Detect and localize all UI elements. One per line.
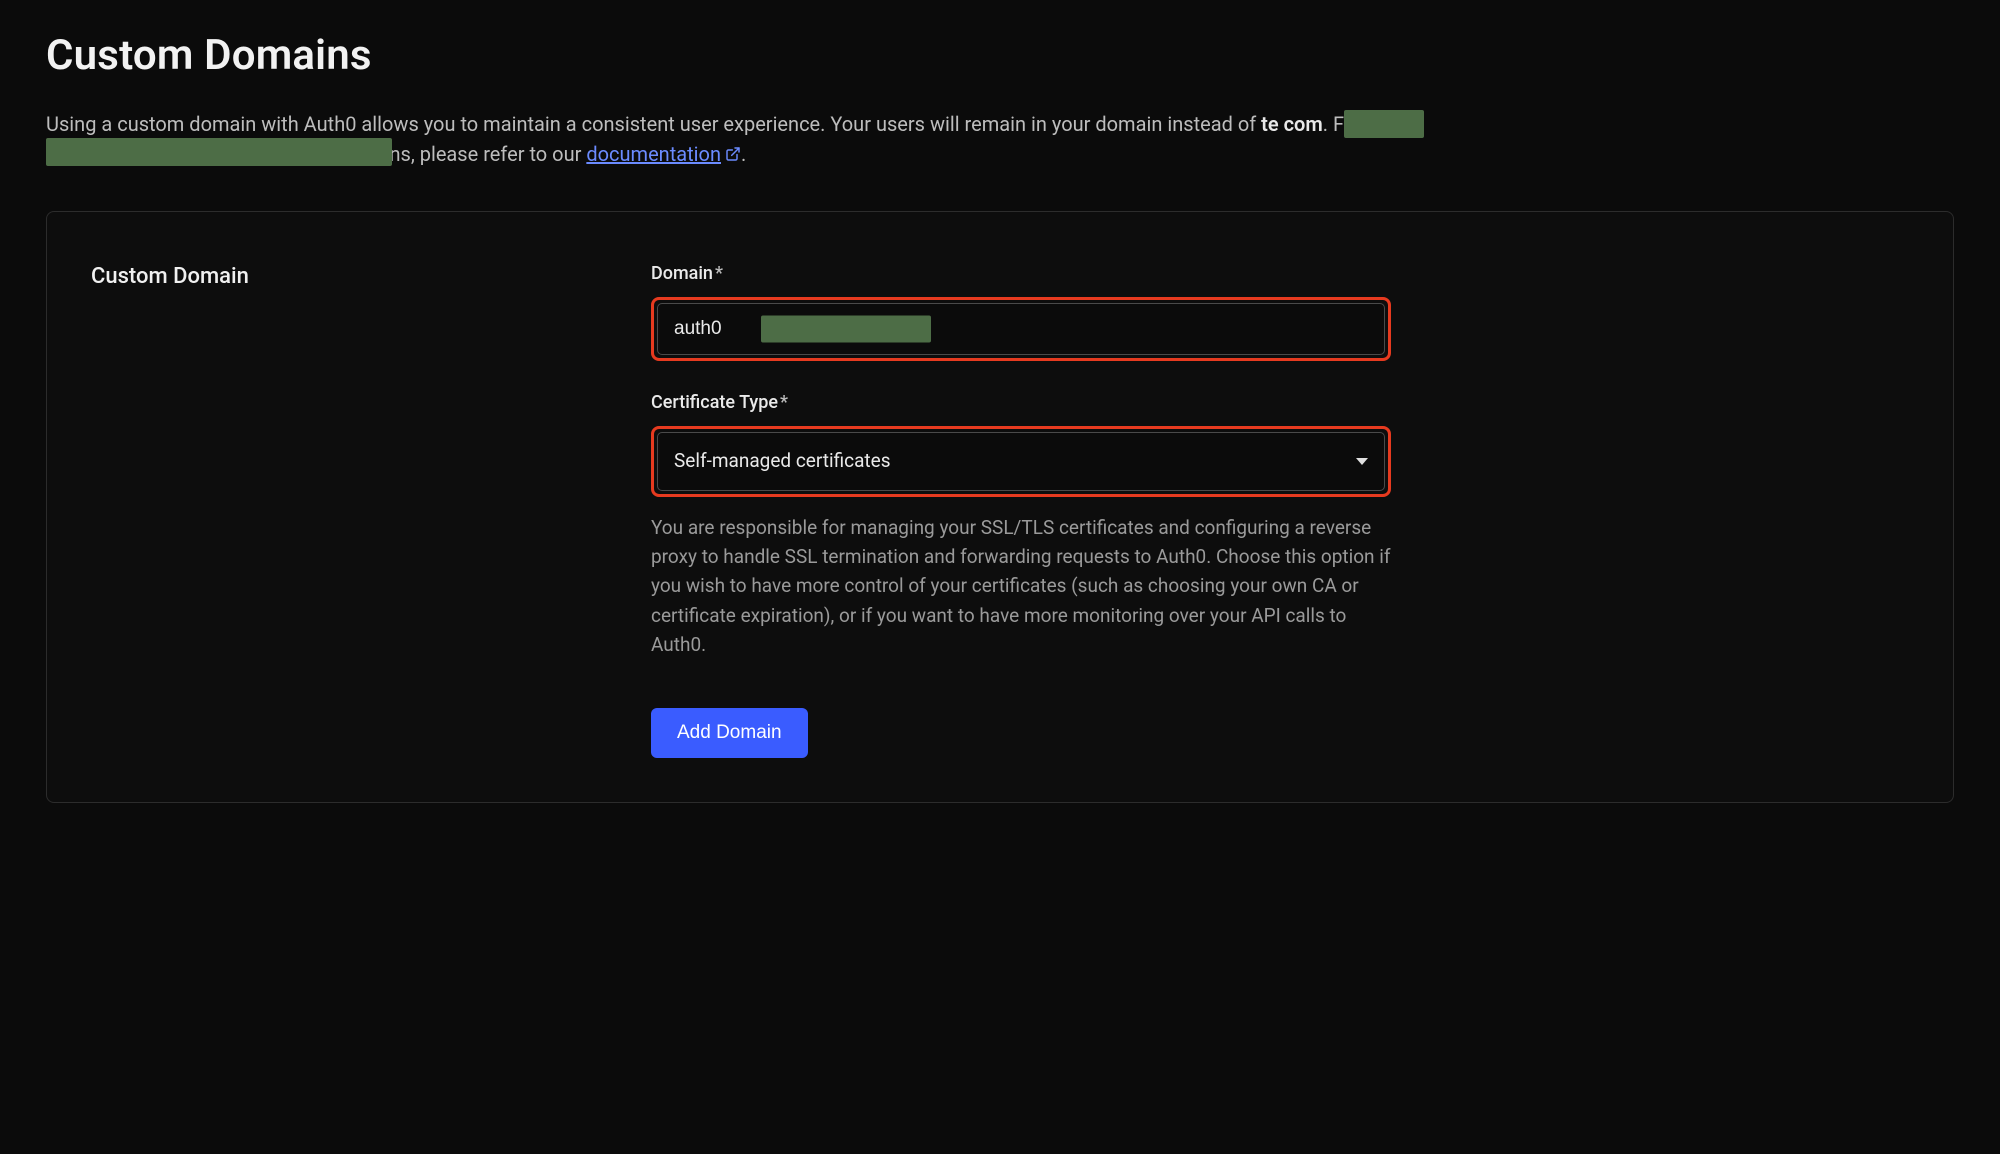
add-domain-button[interactable]: Add Domain: [651, 708, 808, 758]
desc-tenant-prefix: te: [1261, 112, 1278, 136]
certificate-type-label: Certificate Type*: [651, 389, 1391, 416]
external-link-icon: [725, 146, 741, 162]
custom-domain-card: Custom Domain Domain* Certificate Type* …: [46, 211, 1954, 803]
redaction-block: [761, 316, 931, 343]
required-mark: *: [715, 263, 723, 284]
desc-tenant-suffix: com: [1284, 112, 1323, 136]
documentation-link[interactable]: documentation: [586, 142, 741, 166]
certificate-type-highlight: Self-managed certificates: [651, 426, 1391, 497]
page-description: Using a custom domain with Auth0 allows …: [46, 109, 1386, 169]
desc-text-1: Using a custom domain with Auth0 allows …: [46, 112, 1261, 136]
section-title: Custom Domain: [91, 260, 591, 293]
redaction-block: [46, 138, 392, 166]
certificate-type-selected-value: Self-managed certificates: [674, 447, 891, 476]
required-mark: *: [780, 392, 788, 413]
desc-text-3: .: [741, 142, 746, 166]
certificate-type-help-text: You are responsible for managing your SS…: [651, 513, 1391, 660]
redaction-block: [1344, 110, 1424, 138]
certificate-type-select[interactable]: Self-managed certificates: [657, 432, 1385, 491]
domain-label: Domain*: [651, 260, 1391, 287]
domain-highlight: [651, 297, 1391, 361]
chevron-down-icon: [1356, 458, 1368, 465]
page-title: Custom Domains: [46, 24, 1954, 87]
